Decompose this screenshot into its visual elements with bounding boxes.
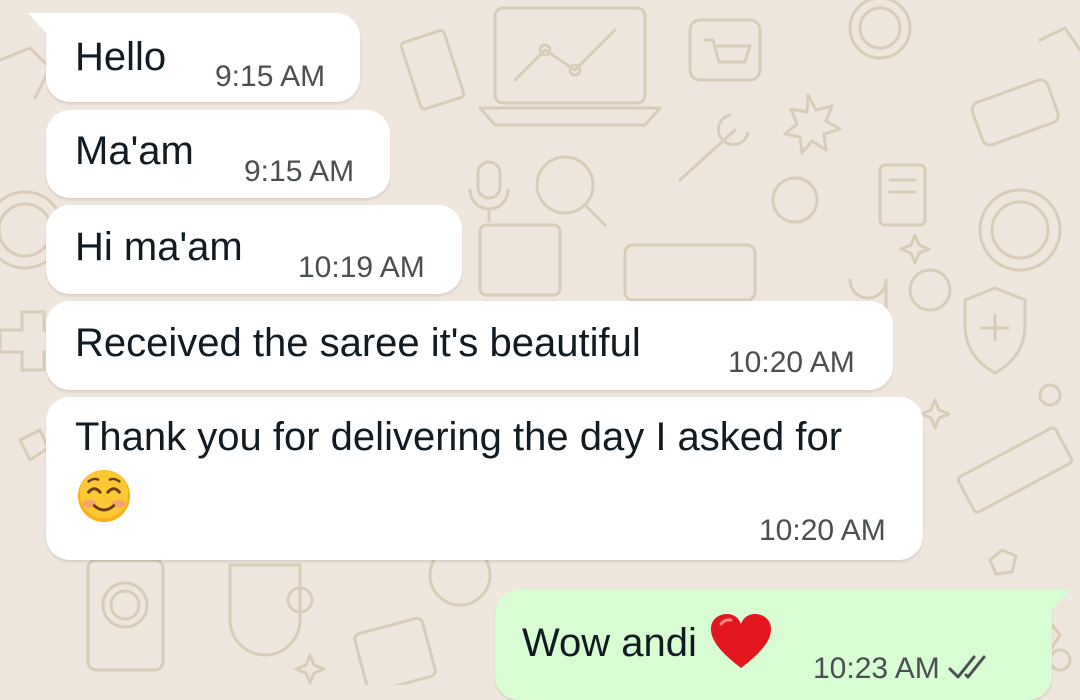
- smiling-face-emoji-icon: [77, 469, 131, 523]
- message-text: Ma'am: [75, 129, 194, 173]
- incoming-message[interactable]: Hello 9:15 AM: [28, 13, 360, 102]
- message-text: Thank you for delivering the day I asked…: [75, 407, 875, 530]
- incoming-message[interactable]: Hi ma'am 10:19 AM: [46, 205, 462, 294]
- message-time: 10:20 AM: [728, 346, 855, 379]
- message-text: Hello: [75, 35, 167, 79]
- message-time-text: 10:23 AM: [813, 652, 940, 685]
- red-heart-emoji-icon: [710, 614, 771, 668]
- chat-message-list: Hello 9:15 AM Ma'am 9:15 AM Hi ma'am 10:…: [0, 0, 1080, 700]
- message-time: 10:19 AM: [298, 251, 425, 284]
- bubble-tail: [28, 13, 48, 35]
- incoming-message[interactable]: Received the saree it's beautiful 10:20 …: [46, 301, 893, 390]
- bubble-tail: [1050, 590, 1070, 612]
- message-text: Hi ma'am: [75, 225, 243, 269]
- message-time: 9:15 AM: [215, 60, 326, 93]
- message-text-content: Thank you for delivering the day I asked…: [75, 415, 843, 459]
- message-text: Wow andi: [522, 612, 773, 673]
- incoming-message[interactable]: Ma'am 9:15 AM: [46, 110, 390, 198]
- message-time: 9:15 AM: [244, 155, 355, 188]
- double-check-icon: [948, 655, 986, 679]
- outgoing-message[interactable]: Wow andi 10:23 AM: [495, 590, 1070, 700]
- message-text-content: Wow andi: [522, 621, 697, 665]
- incoming-message[interactable]: Thank you for delivering the day I asked…: [46, 397, 923, 560]
- message-time: 10:20 AM: [759, 514, 886, 547]
- message-text: Received the saree it's beautiful: [75, 321, 641, 365]
- message-time: 10:23 AM: [813, 652, 996, 686]
